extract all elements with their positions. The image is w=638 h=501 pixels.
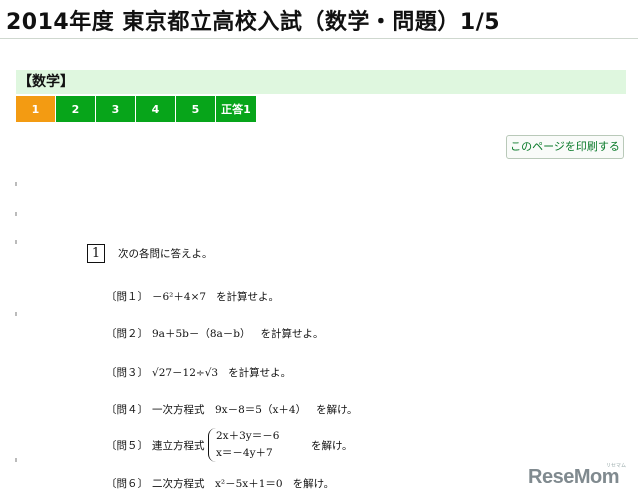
problem-image: 1 次の各問に答えよ。 〔問１〕 －6²＋4×7 を計算せよ。 〔問２〕 9a＋5b－… (0, 0, 638, 501)
equation-line-1: 2x＋3y＝－6 (216, 430, 280, 442)
question-expression: √27－12÷√3 (152, 367, 219, 379)
question-1: 〔問１〕 －6²＋4×7 を計算せよ。 (106, 289, 279, 304)
question-expression: 9a＋5b－（8a－b） (152, 328, 251, 340)
resemom-logo: ReseMom (528, 466, 619, 488)
question-5: 〔問５〕 連立方程式 (106, 438, 205, 453)
question-instruction: を解け。 (311, 440, 353, 452)
question-label: 〔問３〕 (106, 367, 148, 379)
question-label: 〔問１〕 (106, 291, 148, 303)
equation-line-2: x＝－4y＋7 (216, 447, 273, 459)
question-6: 〔問６〕 二次方程式 x²－5x＋1＝0 を解け。 (106, 476, 334, 491)
question-label: 〔問５〕 (106, 440, 148, 452)
question-instruction: を計算せよ。 (228, 367, 292, 379)
question-label: 〔問２〕 (106, 328, 148, 340)
question-instruction: を解け。 (316, 404, 358, 416)
problem-number: 1 (87, 244, 105, 263)
question-4: 〔問４〕 一次方程式 9x－8＝5（x＋4） を解け。 (106, 402, 358, 417)
resemom-logo-ruby: リセマム (606, 463, 627, 469)
question-expression: －6²＋4×7 (152, 291, 207, 303)
question-expression: 二次方程式 x²－5x＋1＝0 (152, 478, 283, 490)
question-label: 〔問４〕 (106, 404, 148, 416)
question-expression: 一次方程式 9x－8＝5（x＋4） (152, 404, 307, 416)
question-instruction: を計算せよ。 (216, 291, 280, 303)
question-instruction: を計算せよ。 (260, 328, 324, 340)
question-label: 〔問６〕 (106, 478, 148, 490)
problem-intro: 次の各問に答えよ。 (118, 248, 213, 260)
question-expression: 連立方程式 (152, 440, 205, 452)
question-3: 〔問３〕 √27－12÷√3 を計算せよ。 (106, 365, 291, 380)
question-2: 〔問２〕 9a＋5b－（8a－b） を計算せよ。 (106, 326, 324, 341)
question-instruction: を解け。 (292, 478, 335, 490)
equation-system: 2x＋3y＝－6 x＝－4y＋7 (208, 428, 279, 462)
